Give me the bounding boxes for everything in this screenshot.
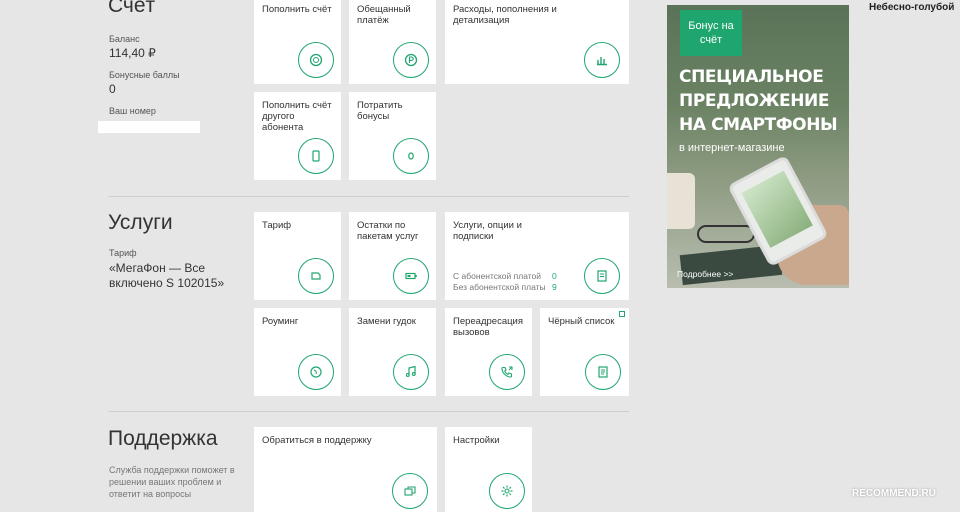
options-tile[interactable]: Услуги, опции и подписки С абонентской п…	[445, 212, 629, 300]
contact-support-tile[interactable]: Обратиться в поддержку	[254, 427, 437, 512]
phone-card-icon	[298, 138, 334, 174]
promised-payment-label: Обещанный платёж	[357, 4, 411, 26]
globe-icon	[298, 354, 334, 390]
tariff-tile-label: Тариф	[262, 220, 292, 231]
ringtone-label: Замени гудок	[357, 316, 416, 327]
smartphone-promo-banner[interactable]: Бонус на счёт СПЕЦИАЛЬНОЕ ПРЕДЛОЖЕНИЕ НА…	[667, 5, 849, 288]
phone-number-redacted	[98, 121, 200, 133]
promised-payment-tile[interactable]: Обещанный платёж	[349, 0, 436, 84]
headline-line: НА СМАРТФОНЫ	[679, 115, 838, 135]
expenses-label: Расходы, пополнения и детализация	[453, 4, 557, 26]
topup-label: Пополнить счёт	[262, 4, 332, 15]
bonus-badge: Бонус на счёт	[680, 10, 742, 56]
blacklist-tile[interactable]: Чёрный список	[540, 308, 629, 396]
ruble-coin-icon	[393, 42, 429, 78]
paid-services-count: 0	[552, 271, 557, 281]
watermark: RECOMMEND.RU	[852, 488, 936, 499]
spend-bonus-label: Потратить бонусы	[357, 100, 403, 122]
support-description: Служба поддержки поможет в решении ваших…	[109, 465, 235, 499]
free-services-count: 9	[552, 282, 557, 292]
section-divider	[108, 411, 629, 412]
promo-subline: в интернет-магазине	[679, 142, 785, 154]
settings-label: Настройки	[453, 435, 500, 446]
music-note-icon	[393, 354, 429, 390]
forwarding-label: Переадресация вызовов	[453, 316, 523, 338]
coin-icon	[298, 42, 334, 78]
paid-services-label: С абонентской платой	[453, 271, 542, 281]
headline-line: ПРЕДЛОЖЕНИЕ	[679, 91, 830, 111]
gear-icon	[489, 473, 525, 509]
topup-other-tile[interactable]: Пополнить счёт другого абонента	[254, 92, 341, 180]
blacklist-label: Чёрный список	[548, 316, 615, 327]
balance-value: 114,40 ₽	[109, 46, 156, 60]
headline-line: СПЕЦИАЛЬНОЕ	[679, 67, 824, 87]
remains-label: Остатки по пакетам услуг	[357, 220, 419, 242]
roaming-tile[interactable]: Роуминг	[254, 308, 341, 396]
expenses-tile[interactable]: Расходы, пополнения и детализация	[445, 0, 629, 84]
glasses-image	[697, 225, 755, 243]
list-icon	[584, 258, 620, 294]
options-label: Услуги, опции и подписки	[453, 220, 522, 242]
services-title: Услуги	[108, 211, 173, 234]
theme-name: Небесно-голубой	[869, 2, 955, 13]
forwarding-tile[interactable]: Переадресация вызовов	[445, 308, 532, 396]
ringtone-tile[interactable]: Замени гудок	[349, 308, 436, 396]
roaming-label: Роуминг	[262, 316, 299, 327]
topup-other-label: Пополнить счёт другого абонента	[262, 100, 332, 133]
tariff-value: «МегаФон — Все включено S 102015»	[109, 261, 225, 290]
balance-label: Баланс	[109, 34, 140, 44]
bonus-zero-icon	[393, 138, 429, 174]
spend-bonus-tile[interactable]: Потратить бонусы	[349, 92, 436, 180]
phone-number-label: Ваш номер	[109, 106, 156, 116]
bonus-value: 0	[109, 82, 116, 96]
coffee-cup-image	[667, 173, 695, 229]
promo-headline: СПЕЦИАЛЬНОЕ ПРЕДЛОЖЕНИЕ НА СМАРТФОНЫ	[679, 65, 843, 137]
more-link[interactable]: Подробнее >>	[677, 269, 733, 279]
phone-forward-icon	[489, 354, 525, 390]
section-divider	[108, 196, 629, 197]
account-title: Счёт	[108, 0, 156, 17]
remains-tile[interactable]: Остатки по пакетам услуг	[349, 212, 436, 300]
bar-chart-icon	[584, 42, 620, 78]
chat-icon	[392, 473, 428, 509]
support-title: Поддержка	[108, 427, 218, 450]
free-services-label: Без абонентской платы	[453, 282, 546, 292]
document-list-icon	[585, 354, 621, 390]
tariff-label: Тариф	[109, 248, 137, 258]
contact-support-label: Обратиться в поддержку	[262, 435, 372, 446]
battery-icon	[393, 258, 429, 294]
tariff-tile[interactable]: Тариф	[254, 212, 341, 300]
sim-card-icon	[298, 258, 334, 294]
bonus-label: Бонусные баллы	[109, 70, 180, 80]
external-link-icon	[619, 311, 625, 317]
topup-tile[interactable]: Пополнить счёт	[254, 0, 341, 84]
settings-tile[interactable]: Настройки	[445, 427, 532, 512]
